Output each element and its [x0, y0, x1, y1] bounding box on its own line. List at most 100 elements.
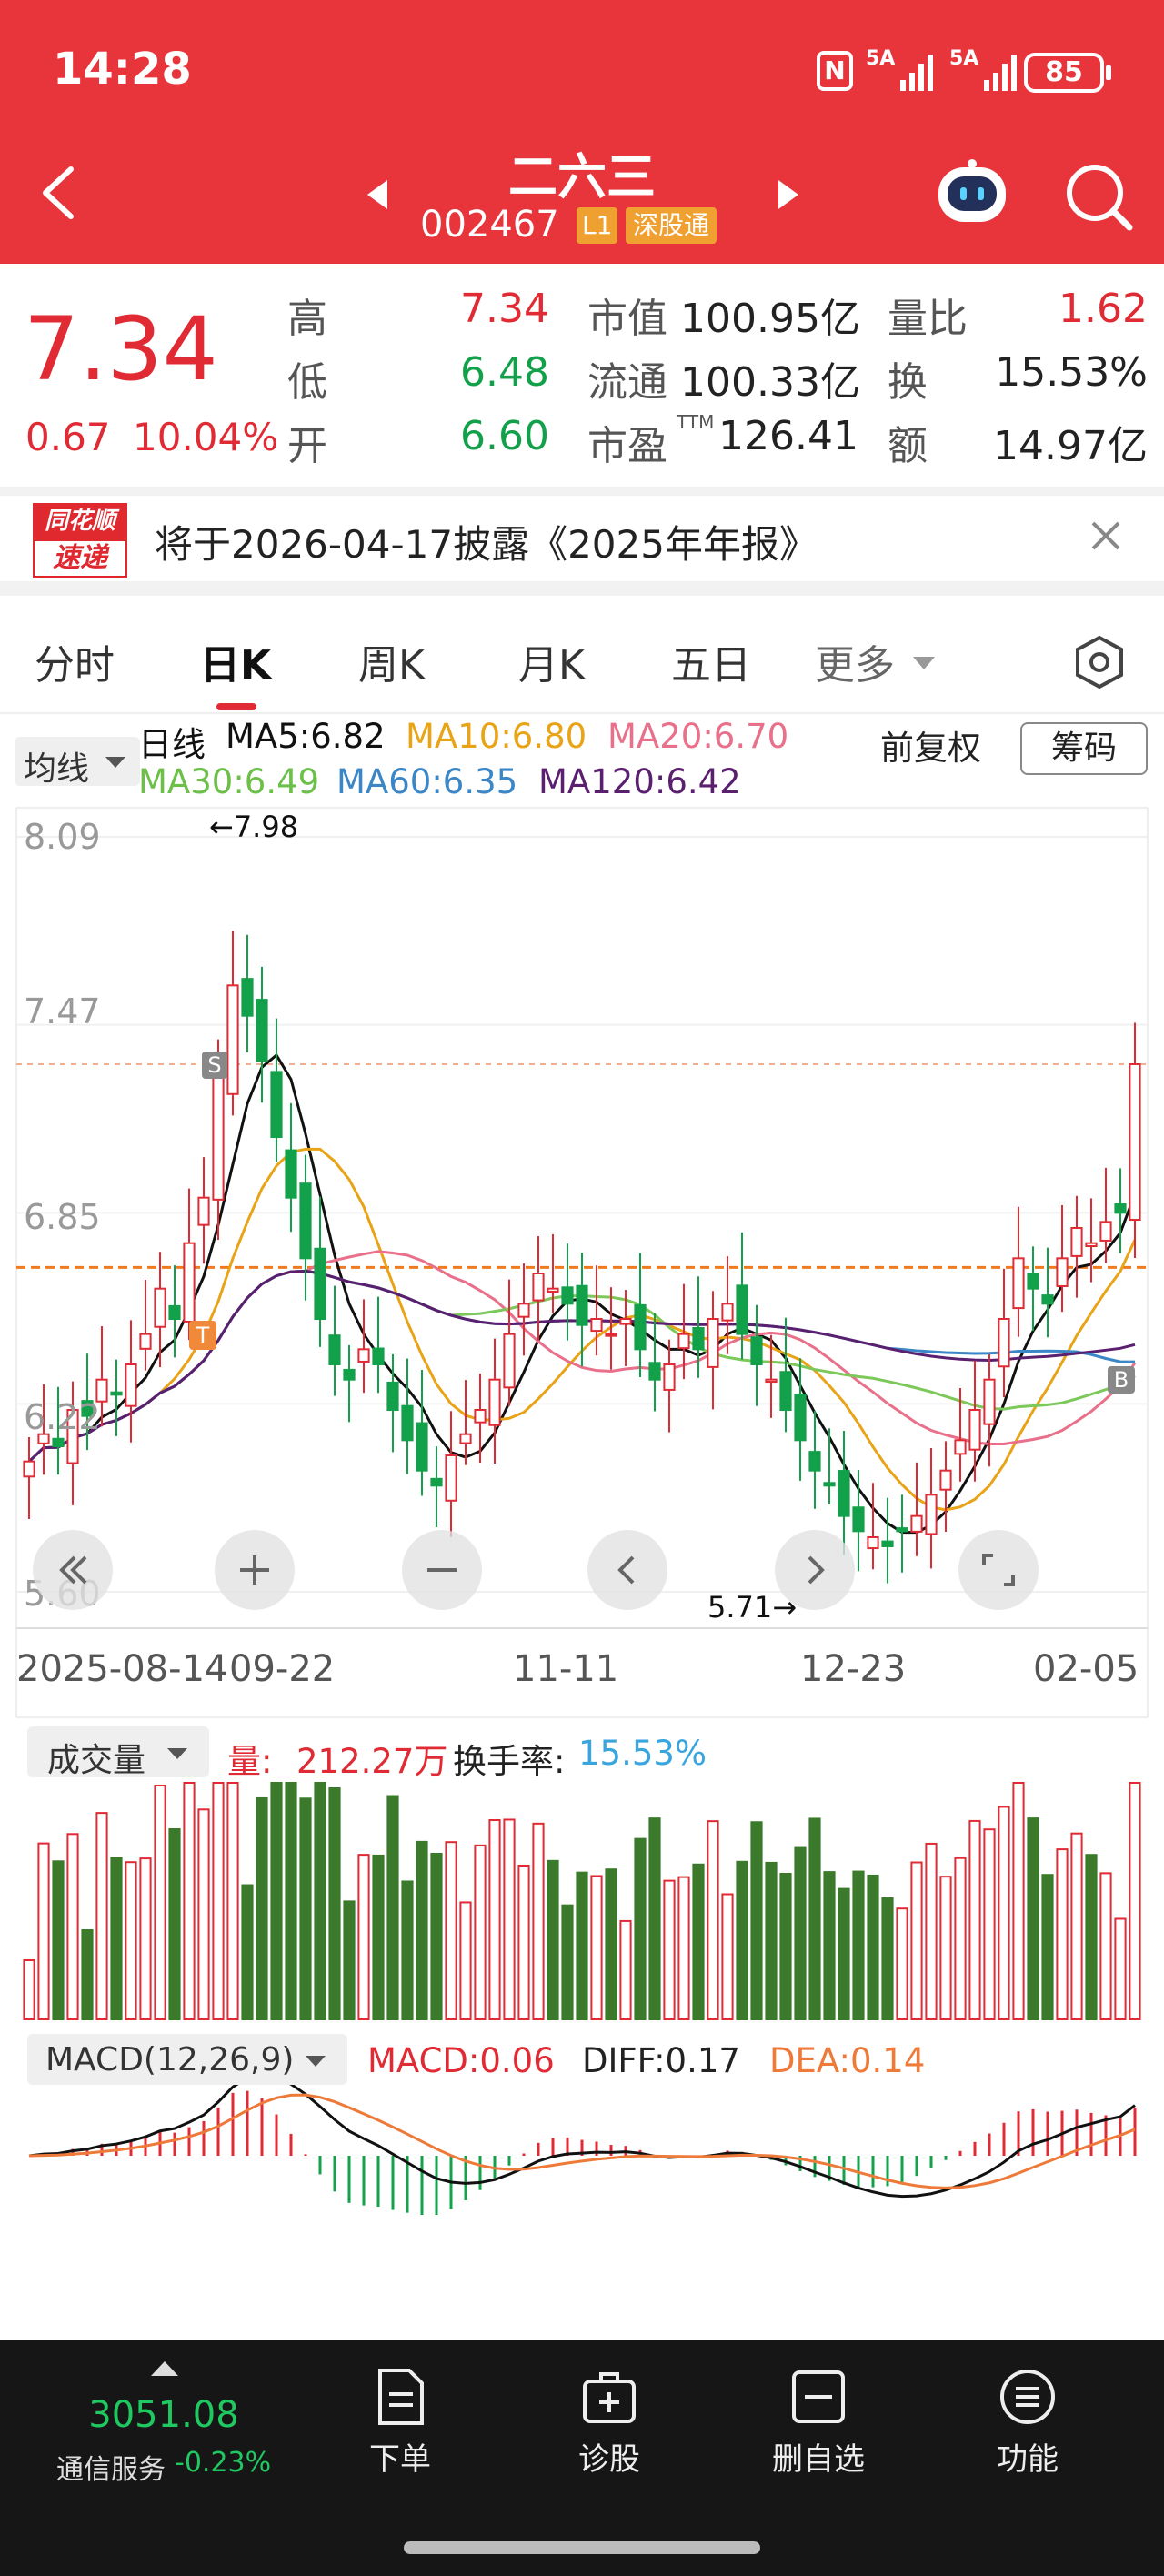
- macd-selector[interactable]: MACD(12,26,9): [27, 2034, 347, 2085]
- diagnose-button[interactable]: 诊股: [537, 2367, 682, 2479]
- volume-bar: [1099, 1872, 1112, 2021]
- candle-body: [1085, 1242, 1098, 1247]
- candle-body: [168, 1304, 181, 1321]
- volume-bar: [838, 1887, 850, 2020]
- volume-bar: [183, 1782, 196, 2020]
- pe-sup: TTM: [677, 411, 715, 433]
- volume-bar: [270, 1782, 283, 2020]
- index-value[interactable]: 3051.08: [55, 2394, 273, 2436]
- volume-bar: [794, 1846, 807, 2020]
- candle-body: [852, 1506, 865, 1533]
- candle-body: [808, 1451, 821, 1472]
- scroll-right-button[interactable]: [775, 1530, 855, 1610]
- candle-body: [561, 1286, 574, 1305]
- battery-icon: 85: [1024, 53, 1104, 93]
- chips-button[interactable]: 筹码: [1020, 722, 1148, 775]
- assistant-robot-icon[interactable]: [931, 156, 1013, 233]
- diff-value: DIFF:0.17: [582, 2041, 740, 2080]
- candle-body: [430, 1477, 443, 1487]
- indicator-select[interactable]: 均线: [15, 737, 140, 788]
- top-header: 14:28 N 5A 5A 85 二六三 002467 L1 深股通: [0, 0, 1164, 264]
- candle-body: [838, 1470, 850, 1517]
- volume-bar: [139, 1857, 152, 2020]
- volume-bar: [154, 1785, 166, 2020]
- candle-body: [212, 1075, 225, 1201]
- candle-body: [954, 1439, 967, 1455]
- volume-bar: [852, 1870, 865, 2021]
- low-label: 低: [287, 359, 327, 406]
- tab-monthly-k[interactable]: 月K: [518, 632, 585, 690]
- candle-body: [663, 1363, 676, 1391]
- candle-body: [270, 1071, 283, 1138]
- signal-icon-1: [898, 53, 938, 96]
- volume-selector[interactable]: 成交量: [27, 1726, 209, 1779]
- candle-body: [416, 1422, 428, 1472]
- mktcap-value: 100.95亿: [680, 296, 860, 342]
- candle-body: [794, 1394, 807, 1442]
- next-stock-icon[interactable]: [775, 178, 802, 215]
- back-icon[interactable]: [38, 164, 78, 226]
- signal-label-2: 5A: [949, 47, 979, 70]
- volume-bar: [867, 1874, 879, 2020]
- search-icon[interactable]: [1062, 160, 1135, 236]
- chevron-right-icon: [808, 1555, 825, 1585]
- rewind-button[interactable]: [33, 1530, 113, 1610]
- order-button[interactable]: 下单: [327, 2367, 473, 2479]
- tab-five-day[interactable]: 五日: [671, 632, 751, 690]
- scroll-left-button[interactable]: [587, 1530, 667, 1610]
- active-tab-indicator: [216, 703, 256, 710]
- volume-bar: [954, 1857, 967, 2021]
- macd-dropdown-icon: [306, 2056, 326, 2067]
- last-price: 7.34: [24, 298, 218, 400]
- candle-body: [110, 1391, 123, 1396]
- volume-bar: [372, 1854, 385, 2020]
- candle-body: [721, 1303, 734, 1322]
- tab-intraday[interactable]: 分时: [35, 632, 115, 690]
- volume-bar: [430, 1853, 443, 2020]
- ma120-legend: MA120:6.42: [538, 762, 741, 801]
- pe-label: 市盈: [587, 423, 667, 469]
- close-icon[interactable]: [1089, 519, 1122, 556]
- adjust-label[interactable]: 前复权: [880, 720, 981, 770]
- notice-banner[interactable]: 同花顺 速递 将于2026-04-17披露《2025年年报》: [0, 487, 1164, 596]
- candle-body: [910, 1514, 923, 1533]
- fullscreen-button[interactable]: [958, 1530, 1039, 1610]
- index-change: -0.23%: [175, 2447, 272, 2479]
- open-label: 开: [287, 423, 327, 469]
- candle-body: [23, 1460, 35, 1478]
- volume-bar: [619, 1919, 632, 2021]
- volume-value: 212.27万: [296, 1742, 448, 1781]
- notice-logo-bottom: 速递: [33, 539, 127, 578]
- volratio-label: 量比: [888, 296, 968, 342]
- settings-hexagon-icon[interactable]: [1071, 634, 1128, 694]
- zoom-in-button[interactable]: [215, 1530, 295, 1610]
- tab-daily-k[interactable]: 日K: [200, 632, 271, 690]
- prev-stock-icon[interactable]: [364, 178, 391, 215]
- up-caret-icon[interactable]: [149, 2360, 180, 2381]
- candle-body: [256, 999, 268, 1062]
- minus-icon: [427, 1568, 457, 1572]
- remove-watchlist-button[interactable]: 删自选: [746, 2367, 891, 2479]
- tab-more[interactable]: 更多: [815, 632, 895, 690]
- volume-bar: [750, 1821, 763, 2021]
- tab-weekly-k[interactable]: 周K: [358, 632, 425, 690]
- volume-bar: [81, 1929, 94, 2021]
- volume-bar: [241, 1884, 254, 2020]
- functions-button[interactable]: 功能: [955, 2367, 1100, 2479]
- candle-body: [314, 1247, 326, 1321]
- double-left-icon: [59, 1555, 87, 1585]
- volume-bar: [532, 1822, 545, 2021]
- high-label: 高: [287, 296, 327, 342]
- order-label: 下单: [369, 2441, 431, 2478]
- medkit-icon: [583, 2372, 636, 2423]
- volume-bar: [197, 1808, 210, 2020]
- candle-body: [736, 1284, 748, 1335]
- candle-body: [896, 1527, 908, 1533]
- zoom-out-button[interactable]: [402, 1530, 482, 1610]
- volume-bar: [445, 1841, 457, 2021]
- candles: [23, 931, 1141, 1584]
- candle-body: [1129, 1063, 1141, 1222]
- high-value: 7.34: [460, 286, 549, 332]
- volume-bar: [226, 1782, 239, 2020]
- volume-bar: [357, 1854, 370, 2021]
